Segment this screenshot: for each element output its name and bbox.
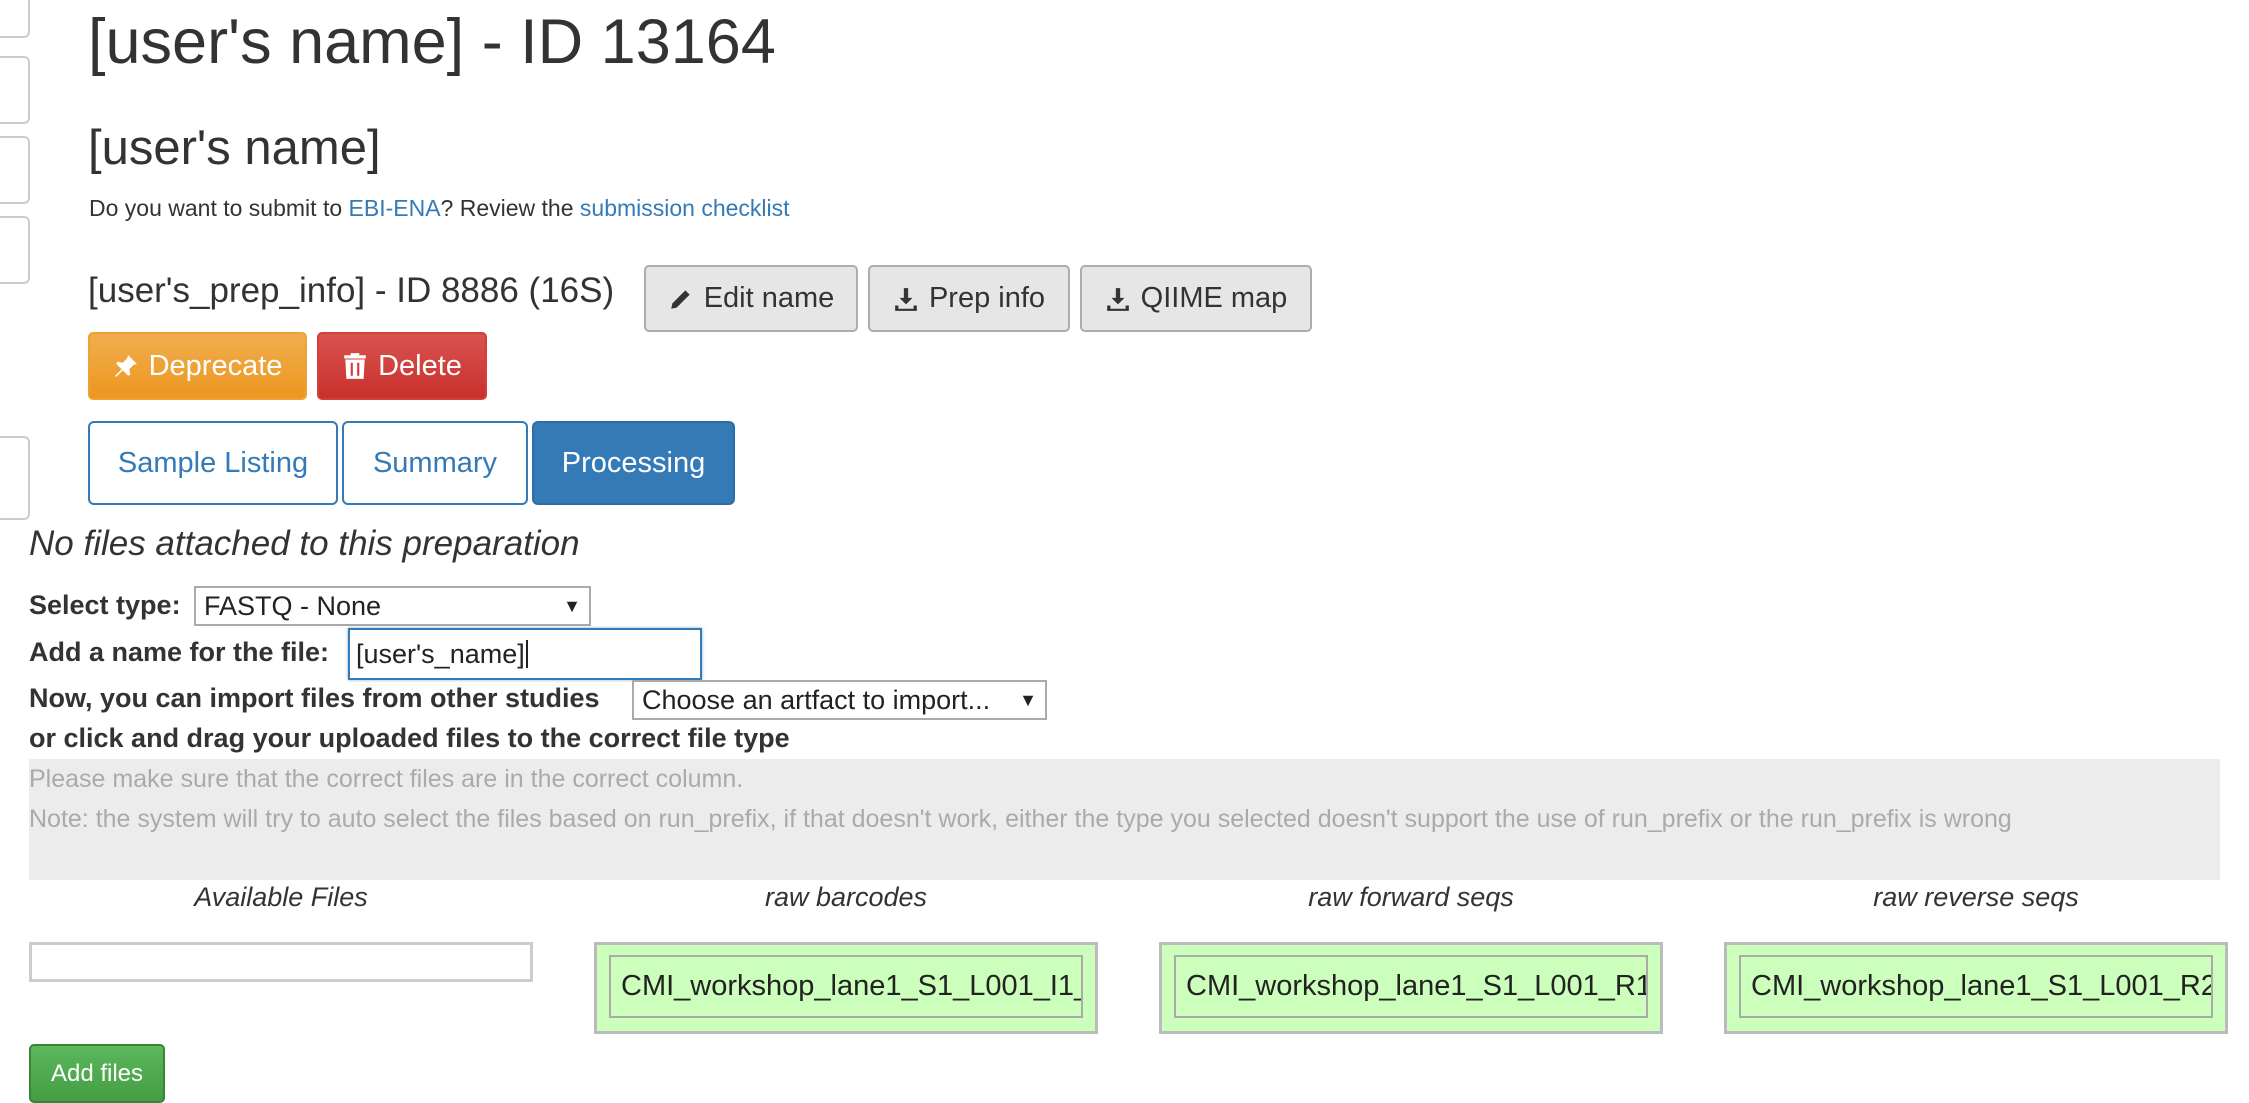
submission-checklist-link[interactable]: submission checklist [580, 195, 790, 221]
notice-line: Please make sure that the correct files … [29, 765, 744, 793]
drag-instructions: or click and drag your uploaded files to… [29, 723, 790, 753]
trash-icon [344, 353, 366, 379]
study-subtitle: [user's name] [88, 121, 381, 175]
submit-middle-text: ? Review the [440, 195, 580, 221]
raw-barcodes-dropzone[interactable]: CMI_workshop_lane1_S1_L001_I1_001.fastq.… [594, 942, 1098, 1034]
column-header-raw-barcodes: raw barcodes [764, 882, 928, 912]
import-label: Now, you can import files from other stu… [29, 683, 600, 713]
add-files-label: Add files [50, 1059, 144, 1087]
file-item[interactable]: CMI_workshop_lane1_S1_L001_R1_001.fastq.… [1174, 955, 1648, 1018]
file-item[interactable]: CMI_workshop_lane1_S1_L001_R2_001.fastq.… [1739, 955, 2213, 1018]
column-header-raw-reverse-seqs: raw reverse seqs [1873, 882, 2079, 912]
dropdown-arrow-icon: ▼ [563, 595, 581, 616]
raw-reverse-seqs-dropzone[interactable]: CMI_workshop_lane1_S1_L001_R2_001.fastq.… [1724, 942, 2228, 1034]
dropdown-arrow-icon: ▼ [1019, 689, 1037, 710]
tab-summary[interactable]: Summary [342, 421, 528, 505]
prep-info-label: Prep info [928, 282, 1046, 314]
prep-info-download-button[interactable]: Prep info [868, 265, 1070, 332]
tab-label: Processing [561, 446, 706, 479]
side-tab[interactable] [0, 0, 30, 38]
tab-sample-listing[interactable]: Sample Listing [88, 421, 338, 505]
side-tab[interactable] [0, 216, 30, 284]
tab-label: Summary [372, 446, 498, 479]
file-name-input[interactable]: [user's_name] [348, 628, 702, 680]
pushpin-icon [114, 355, 137, 377]
file-name-label: Add a name for the file: [29, 637, 330, 667]
submit-prefix-text: Do you want to submit to [89, 195, 349, 221]
select-type-value: FASTQ - None [204, 590, 382, 621]
delete-label: Delete [378, 349, 462, 382]
column-header-available-files: Available Files [194, 882, 368, 912]
qiime-map-label: QIIME map [1140, 282, 1288, 314]
tab-processing[interactable]: Processing [532, 421, 735, 505]
deprecate-label: Deprecate [148, 349, 283, 382]
deprecate-button[interactable]: Deprecate [88, 332, 307, 400]
side-tab[interactable] [0, 436, 30, 520]
tab-label: Sample Listing [117, 446, 309, 479]
import-artifact-value: Choose an artfact to import... [642, 684, 991, 715]
qiime-map-download-button[interactable]: QIIME map [1080, 265, 1312, 332]
side-tab[interactable] [0, 136, 30, 204]
no-files-message: No files attached to this preparation [29, 524, 580, 563]
select-type-label: Select type: [29, 590, 181, 620]
file-name-value: [user's_name] [356, 638, 525, 669]
download-icon [895, 287, 917, 311]
delete-button[interactable]: Delete [317, 332, 487, 400]
select-type-dropdown[interactable]: FASTQ - None ▼ [194, 586, 591, 626]
file-item[interactable]: CMI_workshop_lane1_S1_L001_I1_001.fastq.… [609, 955, 1083, 1018]
edit-name-label: Edit name [703, 282, 835, 314]
available-files-dropzone[interactable] [29, 942, 533, 982]
notice-line: Note: the system will try to auto select… [29, 805, 2012, 833]
edit-name-button[interactable]: Edit name [644, 265, 858, 332]
prep-title: [user's_prep_info] - ID 8886 (16S) [88, 271, 615, 310]
pencil-icon [670, 289, 690, 309]
download-icon [1106, 287, 1129, 311]
text-cursor [525, 640, 528, 668]
side-tab[interactable] [0, 56, 30, 124]
ebi-ena-link[interactable]: EBI-ENA [349, 195, 441, 221]
import-artifact-dropdown[interactable]: Choose an artfact to import... ▼ [632, 680, 1047, 720]
submit-prompt: Do you want to submit to EBI-ENA? Review… [89, 195, 790, 222]
raw-forward-seqs-dropzone[interactable]: CMI_workshop_lane1_S1_L001_R1_001.fastq.… [1159, 942, 1663, 1034]
column-header-raw-forward-seqs: raw forward seqs [1308, 882, 1514, 912]
notice-box: Please make sure that the correct files … [29, 759, 2220, 880]
page-title: [user's name] - ID 13164 [88, 7, 776, 77]
add-files-button[interactable]: Add files [29, 1044, 165, 1103]
